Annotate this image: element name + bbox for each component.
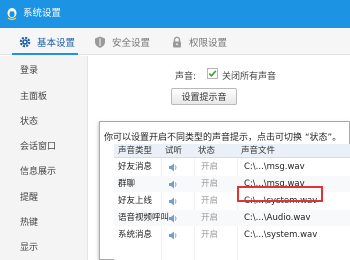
mute-all-checkbox[interactable] — [207, 68, 218, 79]
speaker-icon[interactable] — [168, 231, 178, 240]
shield-icon — [95, 36, 105, 48]
sound-type: 好友消息 — [118, 162, 153, 172]
table-header: 声音类型 试听 状态 声音文件 — [114, 144, 350, 158]
sound-state[interactable]: 开启 — [201, 179, 218, 189]
header-sound-file: 声音文件 — [241, 146, 276, 156]
header-preview: 试听 — [165, 146, 183, 156]
sidebar: 登录 主面板 状态 会话窗口 信息展示 提醒 热键 显示 — [0, 56, 88, 260]
tab-security-settings[interactable]: 安全设置 — [93, 28, 150, 55]
sound-state[interactable]: 开启 — [201, 213, 218, 223]
sound-state[interactable]: 开启 — [201, 230, 218, 240]
speaker-icon[interactable] — [168, 163, 178, 172]
table-row[interactable]: 系统消息 开启 C:\...\system.wav — [114, 227, 350, 243]
speaker-icon[interactable] — [168, 214, 178, 223]
table-row[interactable]: 语音视频呼叫 开启 C:\...\Audio.wav — [114, 210, 350, 226]
tab-basic-settings[interactable]: 基本设置 — [18, 28, 75, 55]
sidebar-item-display[interactable]: 显示 — [20, 242, 38, 254]
tab-label: 安全设置 — [112, 37, 151, 49]
sound-file: C:\...\msg.wav — [244, 162, 305, 172]
tab-label: 权限设置 — [189, 37, 228, 49]
sidebar-item-hotkeys[interactable]: 热键 — [20, 217, 38, 229]
window-title: 系统设置 — [23, 8, 62, 19]
sound-type: 好友上线 — [118, 196, 153, 206]
tab-bar: 基本设置 安全设置 权限设置 — [0, 28, 350, 55]
lock-icon — [173, 36, 181, 47]
sidebar-item-chat-window[interactable]: 会话窗口 — [20, 141, 56, 153]
sound-file: C:\...\Audio.wav — [244, 213, 311, 223]
sound-type: 群聊 — [118, 179, 136, 189]
speaker-icon[interactable] — [168, 197, 178, 206]
sound-file: C:\...\system.wav — [244, 230, 318, 240]
sound-type: 语音视频呼叫 — [118, 213, 170, 223]
title-bar: 系统设置 — [0, 0, 350, 28]
sidebar-item-info-display[interactable]: 信息展示 — [20, 166, 56, 178]
sound-state[interactable]: 开启 — [201, 196, 218, 206]
popup-hint-text: 你可以设置开启不同类型的声音提示，点击可切换 “状态”。 — [104, 133, 342, 143]
header-sound-type: 声音类型 — [118, 146, 153, 156]
sidebar-item-main-panel[interactable]: 主面板 — [20, 91, 47, 103]
speaker-icon[interactable] — [168, 180, 178, 189]
header-state: 状态 — [198, 146, 216, 156]
highlight-box — [237, 186, 323, 202]
sound-table: 声音类型 试听 状态 声音文件 好友消息 开启 C:\...\msg.wav 群… — [114, 144, 350, 260]
sound-type: 系统消息 — [118, 230, 153, 240]
sidebar-item-login[interactable]: 登录 — [20, 65, 38, 77]
active-tab-indicator — [12, 53, 78, 55]
set-alert-sound-button[interactable]: 设置提示音 — [171, 88, 237, 105]
tab-permission-settings[interactable]: 权限设置 — [170, 28, 227, 55]
table-row[interactable]: 好友消息 开启 C:\...\msg.wav — [114, 159, 350, 175]
app-logo-icon — [7, 8, 17, 21]
sound-label: 声音: — [175, 72, 197, 82]
sidebar-item-status[interactable]: 状态 — [20, 116, 38, 128]
sidebar-item-reminder[interactable]: 提醒 — [20, 192, 38, 204]
sound-state[interactable]: 开启 — [201, 162, 218, 172]
tab-label: 基本设置 — [37, 37, 76, 49]
mute-all-label: 关闭所有声音 — [222, 72, 277, 82]
gear-icon — [19, 36, 31, 47]
